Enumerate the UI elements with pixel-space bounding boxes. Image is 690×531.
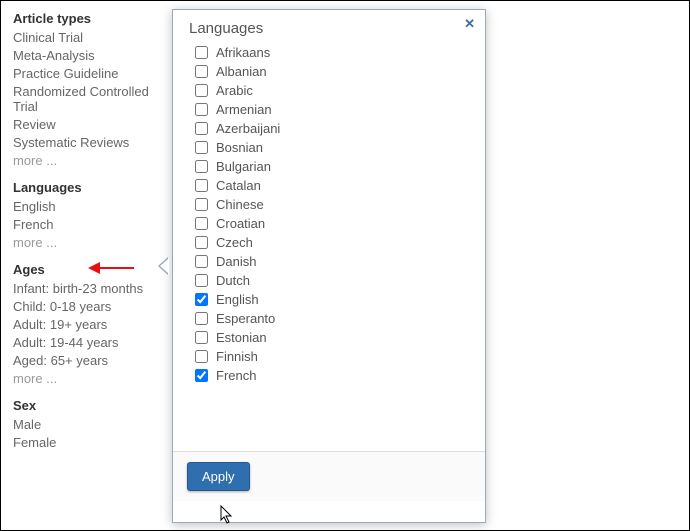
language-label: Czech [216, 235, 253, 250]
language-option[interactable]: Czech [185, 233, 473, 252]
language-label: Bulgarian [216, 159, 271, 174]
language-option[interactable]: Catalan [185, 176, 473, 195]
language-label: Bosnian [216, 140, 263, 155]
more-link[interactable]: more ... [13, 371, 164, 386]
language-checkbox[interactable] [195, 122, 208, 135]
filter-title-sex: Sex [13, 398, 164, 413]
language-checkbox[interactable] [195, 46, 208, 59]
language-option[interactable]: Estonian [185, 328, 473, 347]
more-link[interactable]: more ... [13, 153, 164, 168]
language-option[interactable]: Esperanto [185, 309, 473, 328]
language-checkbox[interactable] [195, 312, 208, 325]
language-option[interactable]: French [185, 366, 473, 385]
language-checkbox[interactable] [195, 331, 208, 344]
filter-item[interactable]: Adult: 19+ years [13, 317, 164, 332]
language-checkbox[interactable] [195, 274, 208, 287]
filter-item[interactable]: English [13, 199, 164, 214]
language-label: Arabic [216, 83, 253, 98]
language-option[interactable]: Croatian [185, 214, 473, 233]
language-option[interactable]: Azerbaijani [185, 119, 473, 138]
language-checkbox[interactable] [195, 103, 208, 116]
language-checkbox[interactable] [195, 369, 208, 382]
language-checkbox[interactable] [195, 65, 208, 78]
filter-item[interactable]: Infant: birth-23 months [13, 281, 164, 296]
language-option[interactable]: Afrikaans [185, 43, 473, 62]
language-label: Danish [216, 254, 256, 269]
language-option[interactable]: Finnish [185, 347, 473, 366]
language-checkbox[interactable] [195, 84, 208, 97]
language-checkbox[interactable] [195, 350, 208, 363]
filter-item[interactable]: Clinical Trial [13, 30, 164, 45]
language-label: Azerbaijani [216, 121, 280, 136]
apply-button[interactable]: Apply [187, 462, 250, 491]
language-label: Croatian [216, 216, 265, 231]
language-option[interactable]: Bulgarian [185, 157, 473, 176]
language-option[interactable]: Dutch [185, 271, 473, 290]
language-label: Catalan [216, 178, 261, 193]
filter-title-languages: Languages [13, 180, 164, 195]
filter-item[interactable]: Systematic Reviews [13, 135, 164, 150]
language-option[interactable]: Bosnian [185, 138, 473, 157]
language-option[interactable]: Albanian [185, 62, 473, 81]
dialog-title: Languages [189, 20, 469, 37]
language-option[interactable]: Armenian [185, 100, 473, 119]
language-label: Estonian [216, 330, 267, 345]
language-label: English [216, 292, 259, 307]
language-checkbox[interactable] [195, 217, 208, 230]
language-label: French [216, 368, 256, 383]
language-option[interactable]: English [185, 290, 473, 309]
filter-title-ages: Ages [13, 262, 164, 277]
language-checkbox[interactable] [195, 236, 208, 249]
filter-item[interactable]: French [13, 217, 164, 232]
filter-item[interactable]: Adult: 19-44 years [13, 335, 164, 350]
language-label: Armenian [216, 102, 272, 117]
filter-item[interactable]: Aged: 65+ years [13, 353, 164, 368]
filter-item[interactable]: Practice Guideline [13, 66, 164, 81]
language-label: Albanian [216, 64, 267, 79]
close-icon[interactable]: ✕ [464, 16, 475, 32]
filter-item[interactable]: Female [13, 435, 164, 450]
language-option[interactable]: Danish [185, 252, 473, 271]
language-label: Dutch [216, 273, 250, 288]
language-option[interactable]: Arabic [185, 81, 473, 100]
filter-title-article-types: Article types [13, 11, 164, 26]
language-label: Finnish [216, 349, 258, 364]
language-checkbox[interactable] [195, 255, 208, 268]
language-checkbox[interactable] [195, 160, 208, 173]
language-checkbox[interactable] [195, 179, 208, 192]
dialog-pointer-inner [160, 258, 169, 274]
filter-sidebar: Article types Clinical Trial Meta-Analys… [1, 1, 176, 530]
language-checkbox[interactable] [195, 293, 208, 306]
language-checkbox[interactable] [195, 141, 208, 154]
language-list[interactable]: Afrikaans Albanian Arabic Armenian Azerbaija… [185, 43, 473, 451]
filter-item[interactable]: Review [13, 117, 164, 132]
languages-dialog: Languages ✕ Afrikaans Albanian Arabic Armen… [172, 9, 486, 523]
more-link-languages[interactable]: more ... [13, 235, 164, 250]
language-label: Esperanto [216, 311, 275, 326]
filter-item[interactable]: Randomized Controlled Trial [13, 84, 164, 114]
filter-item[interactable]: Child: 0-18 years [13, 299, 164, 314]
filter-item[interactable]: Male [13, 417, 164, 432]
language-label: Chinese [216, 197, 264, 212]
filter-item[interactable]: Meta-Analysis [13, 48, 164, 63]
language-option[interactable]: Chinese [185, 195, 473, 214]
language-label: Afrikaans [216, 45, 270, 60]
language-checkbox[interactable] [195, 198, 208, 211]
